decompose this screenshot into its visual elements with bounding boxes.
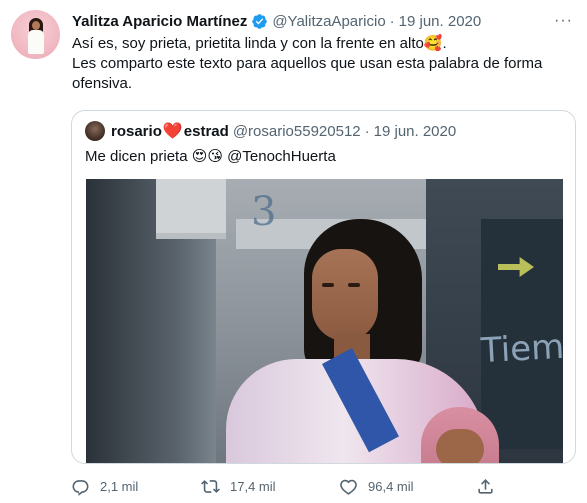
more-icon[interactable]: ··· — [554, 12, 573, 30]
reply-icon — [72, 479, 89, 496]
retweet-count: 17,4 mil — [230, 478, 276, 494]
like-icon — [340, 479, 357, 495]
reply-button[interactable]: 2,1 mil — [71, 474, 138, 498]
photo-woman-face — [312, 249, 378, 341]
photo-woman-eye-left — [322, 283, 334, 287]
quoted-author-avatar — [85, 121, 105, 141]
quoted-tweet-header: rosario ❤️ estrad @rosario55920512 · 19 … — [85, 121, 456, 141]
tweet-text-line-2: Les comparto este texto para aquellos qu… — [72, 55, 543, 92]
tweet-actions: 2,1 mil 17,4 mil 96,4 mil — [71, 474, 511, 498]
verified-badge-icon — [252, 13, 268, 29]
quoted-author-name-part2: estrad — [183, 122, 229, 140]
avatar-figure-dress — [28, 30, 44, 54]
separator-dot: · — [389, 12, 395, 30]
quoted-author-name-part1: rosario — [111, 122, 162, 140]
retweet-button[interactable]: 17,4 mil — [201, 474, 276, 498]
share-button[interactable] — [476, 474, 505, 498]
tweet-text: Así es, soy prieta, prietita linda y con… — [72, 34, 572, 94]
photo-graffiti: Tiem — [480, 326, 563, 372]
quoted-tweet[interactable]: rosario ❤️ estrad @rosario55920512 · 19 … — [71, 110, 576, 464]
heart-emoji: ❤️ — [162, 123, 183, 140]
tweet-date[interactable]: 19 jun. 2020 — [399, 13, 482, 30]
retweet-icon — [201, 479, 220, 493]
photo-arch — [156, 179, 226, 239]
author-handle[interactable]: @YalitzaAparicio — [272, 13, 385, 30]
tweet-header: Yalitza Aparicio Martínez @YalitzaAparic… — [72, 10, 481, 32]
quoted-author-handle: @rosario55920512 — [232, 122, 361, 140]
like-count: 96,4 mil — [368, 478, 414, 494]
author-name[interactable]: Yalitza Aparicio Martínez — [72, 13, 247, 30]
reply-count: 2,1 mil — [100, 478, 139, 494]
quoted-tweet-date: 19 jun. 2020 — [373, 122, 457, 140]
photo-woman-eye-right — [348, 283, 360, 287]
quoted-separator-dot: · — [364, 122, 370, 140]
share-icon — [478, 478, 493, 494]
quoted-tweet-text: Me dicen prieta 😍😘 @TenochHuerta — [85, 148, 336, 165]
avatar-figure-face — [32, 21, 40, 30]
tweet-text-line-1: Así es, soy prieta, prietita linda y con… — [72, 35, 447, 52]
quoted-tweet-photo[interactable]: 3 Tiem — [86, 179, 563, 463]
photo-wall-mark: 3 — [251, 189, 277, 235]
photo-child-face — [436, 429, 484, 463]
author-avatar[interactable] — [11, 10, 60, 59]
like-button[interactable]: 96,4 mil — [339, 474, 414, 498]
